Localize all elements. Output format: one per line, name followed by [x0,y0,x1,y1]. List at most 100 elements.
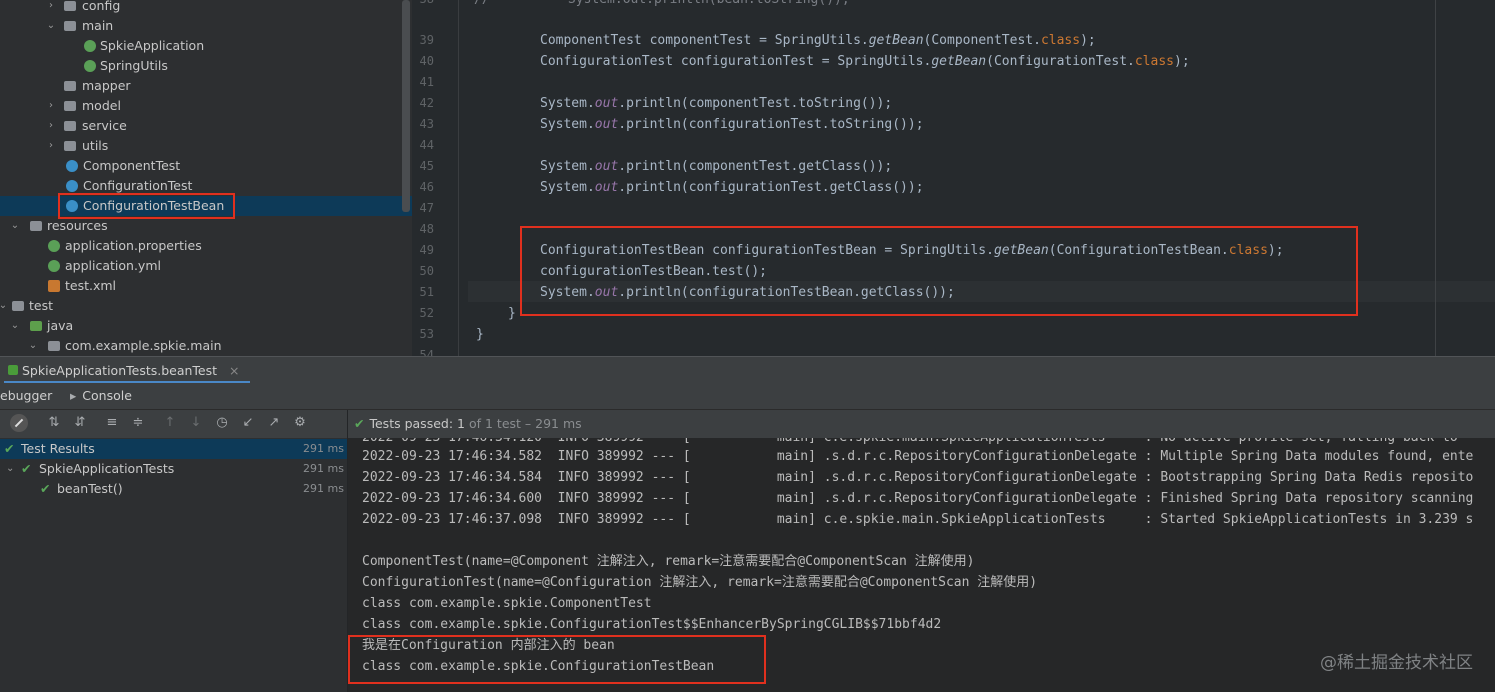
sort-duration-icon[interactable]: ⇵ [72,415,88,431]
tree-item-label: test [29,298,54,313]
console-line: class com.example.spkie.ConfigurationTes… [362,617,942,632]
line-number: 50 [419,264,434,278]
tree-item-application-properties[interactable]: application.properties [0,236,412,256]
class-icon [66,160,78,172]
line-number: 46 [419,180,434,194]
gear-icon[interactable]: ⚙ [292,415,308,431]
console-line: 2022-09-23 17:46:34.584 INFO 389992 --- … [362,470,1474,485]
check-icon: ✔ [40,481,51,496]
check-icon: ✔ [4,441,15,456]
hide-passed-icon[interactable] [10,414,28,432]
tree-item-label: service [82,118,127,133]
tree-item-java[interactable]: ⌄ java [0,316,412,336]
code-text: .println(configurationTest.toString()); [618,117,924,132]
test-duration: 291 ms [303,442,344,455]
run-tab[interactable]: SpkieApplicationTests.beanTest × [4,360,250,383]
tree-scrollbar[interactable] [402,0,410,212]
test-result-root[interactable]: ✔ Test Results 291 ms [0,439,348,459]
chevron-right-icon[interactable]: › [46,96,56,116]
tree-item-com-example-spkie-main[interactable]: ⌄ com.example.spkie.main [0,336,412,356]
sort-alpha-icon[interactable]: ⇅ [46,415,62,431]
tab-debugger[interactable]: ebugger [0,383,52,409]
chevron-down-icon[interactable]: ⌄ [0,296,8,316]
field-name: out [594,159,619,174]
keyword: class [1040,33,1081,48]
line-number: 49 [419,243,434,257]
console-line: 2022-09-23 17:46:37.098 INFO 389992 --- … [362,512,1474,527]
tree-item-application-yml[interactable]: application.yml [0,256,412,276]
tree-item-test-xml[interactable]: test.xml [0,276,412,296]
tree-item-label: config [82,0,121,13]
chevron-right-icon[interactable]: › [46,116,56,136]
chevron-down-icon[interactable]: ⌄ [6,459,14,479]
line-number: 39 [419,33,434,47]
console-line: ConfigurationTest(name=@Configuration 注解… [362,575,1038,590]
chevron-right-icon[interactable]: › [46,136,56,156]
code-text: .println(configurationTest.getClass()); [618,180,924,195]
spring-config-icon [48,260,60,272]
tree-item-label: application.yml [65,258,161,273]
tree-item-main[interactable]: ⌄ main [0,16,412,36]
test-result-method[interactable]: ✔ beanTest() 291 ms [0,479,348,499]
tree-item-config[interactable]: › config [0,0,412,16]
check-icon: ✔ [21,461,32,476]
tree-item-model[interactable]: › model [0,96,412,116]
chevron-down-icon[interactable]: ⌄ [28,336,38,356]
tree-item-resources[interactable]: ⌄ resources [0,216,412,236]
collapse-all-icon[interactable]: ≑ [130,415,146,431]
tree-item-label: model [82,98,121,113]
next-failed-icon[interactable]: ↓ [188,415,204,431]
chevron-down-icon[interactable]: ⌄ [10,216,20,236]
chevron-down-icon[interactable]: ⌄ [10,316,20,336]
test-result-class[interactable]: ⌄ ✔ SpkieApplicationTests 291 ms [0,459,348,479]
tree-item-label: test.xml [65,278,117,293]
line-number: 42 [419,96,434,110]
test-history-icon[interactable]: ◷ [214,415,230,431]
status-passed-count: 1 [457,416,465,431]
export-tests-icon[interactable]: ↗ [266,415,282,431]
expand-all-icon[interactable]: ≡ [104,415,120,431]
code-text: System. [540,180,595,195]
console-line: 2022-09-23 17:46:34.600 INFO 389992 --- … [362,491,1474,506]
test-toolbar: ⇅ ⇵ ≡ ≑ ↑ ↓ ◷ ↙ ↗ ⚙ [0,410,1495,438]
project-tree: › config ⌄ main SpkieApplication SpringU… [0,0,412,356]
tree-item-service[interactable]: › service [0,116,412,136]
gutter-separator [458,0,459,356]
import-tests-icon[interactable]: ↙ [240,415,256,431]
code-line-53: } [476,327,484,342]
test-results-tree: ✔ Test Results 291 ms ⌄ ✔ SpkieApplicati… [0,438,348,692]
run-tool-tabs: ebugger ▸ Console [0,383,1495,410]
right-margin-guide [1435,0,1436,356]
code-line-38: // System.out.println(bean.toString()); [474,0,850,10]
close-icon[interactable]: × [229,363,239,378]
code-line-43: System.out.println(configurationTest.toS… [540,114,924,135]
chevron-down-icon[interactable]: ⌄ [46,16,56,36]
tree-item-componenttest[interactable]: ComponentTest [0,156,412,176]
class-icon [66,180,78,192]
chevron-right-icon[interactable]: › [46,0,56,16]
check-icon: ✔ [354,416,365,431]
previous-failed-icon[interactable]: ↑ [162,415,178,431]
code-line-45: System.out.println(componentTest.getClas… [540,156,892,177]
code-line-52: } [508,306,516,321]
test-result-label: Test Results [21,441,95,456]
tab-console[interactable]: ▸ Console [70,383,132,409]
test-duration: 291 ms [303,482,344,495]
tree-item-label: main [82,18,114,33]
code-text: (ConfigurationTest. [986,54,1135,69]
test-result-label: SpkieApplicationTests [39,461,175,476]
tree-item-test[interactable]: ⌄ test [0,296,412,316]
line-number: 54 [419,348,434,356]
field-name: out [594,180,619,195]
console-line: class com.example.spkie.ComponentTest [362,596,652,611]
tree-item-spkieapplication[interactable]: SpkieApplication [0,36,412,56]
line-number: 48 [419,222,434,236]
tree-item-mapper[interactable]: mapper [0,76,412,96]
tree-item-label: mapper [82,78,131,93]
tree-item-label: resources [47,218,108,233]
status-passed-label: Tests passed: [369,416,454,431]
spring-class-icon [84,40,96,52]
tree-item-springutils[interactable]: SpringUtils [0,56,412,76]
tree-item-label: SpringUtils [100,58,168,73]
tree-item-utils[interactable]: › utils [0,136,412,156]
